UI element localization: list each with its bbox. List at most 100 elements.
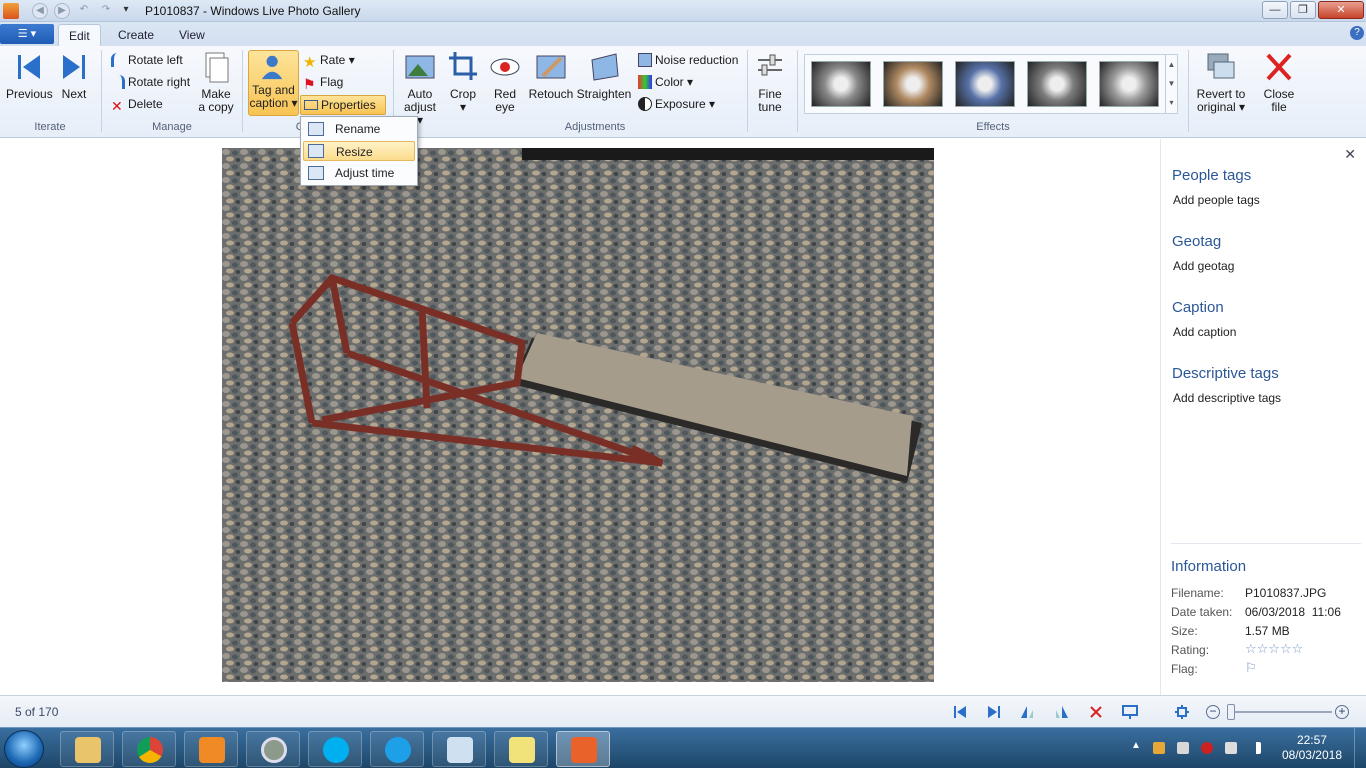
close-file-button[interactable]: Close file (1259, 50, 1299, 114)
taskbar-internet-explorer[interactable] (370, 731, 424, 767)
tab-edit[interactable]: Edit (58, 24, 101, 46)
flag-button[interactable]: ⚑ Flag (303, 73, 343, 91)
zoom-slider-track[interactable] (1228, 711, 1332, 713)
retouch-button[interactable]: Retouch (528, 50, 574, 101)
expand-gallery-icon[interactable]: ▾ (1166, 93, 1177, 112)
qat-dropdown-icon[interactable]: ▾ (118, 3, 134, 19)
add-descriptive-tags-link[interactable]: Add descriptive tags (1173, 391, 1281, 405)
flag-icon: ⚑ (303, 76, 316, 92)
rotate-left-icon[interactable] (1019, 704, 1035, 720)
taskbar-media-player[interactable] (184, 731, 238, 767)
file-menu-button[interactable]: ☰ ▾ (0, 24, 54, 44)
tag-and-caption-button[interactable]: Tag and caption ▾ (248, 50, 299, 116)
zoom-in-button[interactable]: + (1335, 705, 1349, 719)
rotate-right-icon[interactable] (1054, 704, 1070, 720)
star-icon: ★ (303, 54, 317, 71)
taskbar-chrome[interactable] (122, 731, 176, 767)
back-icon[interactable]: ◀ (32, 3, 48, 19)
effect-thumbnail[interactable] (1027, 61, 1087, 107)
red-eye-button[interactable]: Red eye (489, 50, 521, 114)
first-icon[interactable] (952, 704, 968, 720)
scroll-up-icon[interactable]: ▲ (1166, 55, 1177, 74)
fine-tune-button[interactable]: Fine tune (752, 50, 788, 114)
crop-button[interactable]: Crop ▾ (447, 50, 479, 114)
zoom-slider-thumb[interactable] (1227, 704, 1235, 720)
eye-icon (490, 58, 520, 76)
taskbar-photo-viewer[interactable] (432, 731, 486, 767)
media-player-icon (199, 737, 225, 763)
security-icon[interactable] (1201, 742, 1213, 754)
effect-thumbnail[interactable] (955, 61, 1015, 107)
taskbar-photo-gallery[interactable] (556, 731, 610, 767)
filename-label: Filename: (1171, 586, 1224, 600)
flag-toggle-icon[interactable]: ⚐ (1245, 660, 1257, 676)
effect-thumbnail[interactable] (811, 61, 871, 107)
ribbon-tabs: ☰ ▾ Edit Create View ? (0, 22, 1366, 46)
minimize-button[interactable]: — (1262, 1, 1288, 19)
sliders-icon (758, 54, 782, 76)
divider (1171, 543, 1361, 544)
noise-reduction-button[interactable]: Noise reduction (638, 51, 738, 69)
add-caption-link[interactable]: Add caption (1173, 325, 1236, 339)
rotate-right-button[interactable]: Rotate right (111, 73, 190, 91)
straighten-button[interactable]: Straighten (576, 50, 632, 101)
forward-icon[interactable]: ▶ (54, 3, 70, 19)
slideshow-icon[interactable] (1122, 704, 1138, 720)
tray-app-icon[interactable] (1153, 742, 1165, 754)
show-hidden-icons[interactable]: ▲ (1131, 740, 1141, 751)
menu-item-resize[interactable]: Resize (303, 141, 415, 161)
size-label: Size: (1171, 624, 1198, 638)
rating-stars[interactable]: ☆☆☆☆☆ (1245, 641, 1303, 657)
rate-button[interactable]: ★ Rate ▾ (303, 51, 355, 71)
effects-scroll[interactable]: ▲ ▼ ▾ (1165, 55, 1177, 113)
fit-to-window-icon[interactable] (1174, 704, 1190, 720)
close-window-button[interactable]: ✕ (1318, 1, 1364, 19)
close-pane-icon[interactable]: ✕ (1344, 146, 1356, 163)
redo-icon[interactable]: ↷ (98, 3, 114, 19)
taskbar-notes[interactable] (494, 731, 548, 767)
date-taken-value[interactable]: 06/03/2018 11:06 (1245, 605, 1341, 619)
undo-icon[interactable]: ↶ (76, 3, 92, 19)
filename-value[interactable]: P1010837.JPG (1245, 586, 1326, 600)
rating-label: Rating: (1171, 643, 1210, 657)
zoom-out-button[interactable]: − (1206, 705, 1220, 719)
scroll-down-icon[interactable]: ▼ (1166, 74, 1177, 93)
start-button[interactable] (4, 730, 44, 768)
resize-icon (308, 144, 324, 158)
properties-button[interactable]: Properties ▾ (300, 95, 386, 130)
tab-view[interactable]: View (169, 24, 215, 46)
next-button[interactable]: Next (56, 50, 92, 101)
add-geotag-link[interactable]: Add geotag (1173, 259, 1234, 273)
revert-to-original-button[interactable]: Revert to original ▾ (1195, 50, 1247, 114)
taskbar-app[interactable] (246, 731, 300, 767)
rotate-left-button[interactable]: Rotate left (111, 51, 183, 69)
exposure-button[interactable]: Exposure ▾ (638, 95, 715, 113)
group-label-adjustments: Adjustments (564, 121, 626, 133)
app-icon[interactable] (3, 3, 19, 19)
delete-button[interactable]: ✕ Delete (111, 95, 163, 113)
effect-thumbnail[interactable] (883, 61, 943, 107)
tab-create[interactable]: Create (108, 24, 164, 46)
make-copy-button[interactable]: Make a copy (197, 50, 235, 114)
title-bar: ◀ ▶ ↶ ↷ ▾ P1010837 - Windows Live Photo … (0, 0, 1366, 22)
network-device-icon[interactable] (1225, 742, 1237, 754)
menu-item-adjust-time[interactable]: Adjust time (303, 163, 415, 183)
help-icon[interactable]: ? (1350, 26, 1364, 40)
maximize-button[interactable]: ❐ (1290, 1, 1316, 19)
taskbar-skype[interactable] (308, 731, 362, 767)
next-icon[interactable] (986, 704, 1002, 720)
taskbar-explorer[interactable] (60, 731, 114, 767)
previous-button[interactable]: Previous (6, 50, 53, 101)
add-people-tags-link[interactable]: Add people tags (1173, 193, 1260, 207)
color-button[interactable]: Color ▾ (638, 73, 693, 91)
noise-icon (638, 53, 652, 67)
show-desktop-button[interactable] (1354, 728, 1366, 769)
clock[interactable]: 22:57 08/03/2018 (1282, 733, 1342, 763)
signal-icon[interactable] (1249, 742, 1261, 754)
photo[interactable] (222, 148, 934, 682)
effect-thumbnail[interactable] (1099, 61, 1159, 107)
volume-icon[interactable] (1177, 742, 1189, 754)
photo-counter: 5 of 170 (15, 705, 59, 719)
menu-item-rename[interactable]: Rename (303, 119, 415, 139)
delete-icon[interactable] (1088, 704, 1104, 720)
